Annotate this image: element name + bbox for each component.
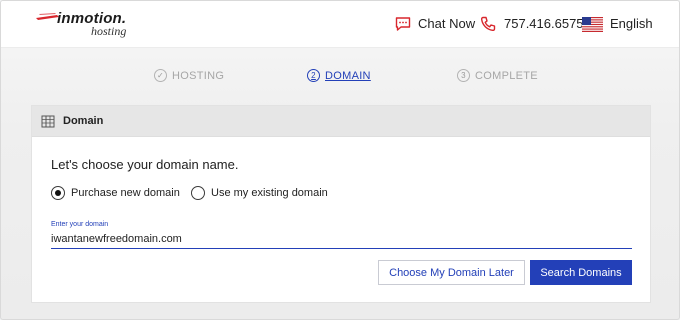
step-domain[interactable]: 2 DOMAIN: [307, 69, 371, 82]
page-frame: inmotion. hosting Chat Now 757.416.6575 …: [0, 0, 680, 320]
step-label: HOSTING: [172, 69, 225, 82]
check-icon: ✓: [154, 69, 167, 82]
phone-number-link[interactable]: 757.416.6575: [504, 16, 584, 31]
top-header: inmotion. hosting Chat Now 757.416.6575 …: [1, 1, 679, 48]
domain-input[interactable]: [51, 231, 632, 247]
phone-icon[interactable]: [480, 16, 496, 32]
domain-field: Enter your domain: [51, 221, 632, 249]
us-flag-icon[interactable]: [582, 17, 603, 32]
radio-unselected-icon[interactable]: [191, 186, 205, 200]
checkout-steps: ✓ HOSTING 2 DOMAIN 3 COMPLETE: [1, 69, 679, 87]
option-label: Purchase new domain: [71, 187, 180, 199]
step-complete: 3 COMPLETE: [457, 69, 538, 82]
language-selector[interactable]: English: [610, 16, 653, 31]
logo-subtitle: hosting: [91, 24, 127, 38]
inmotion-hosting-logo[interactable]: inmotion. hosting: [35, 10, 145, 40]
domain-question: Let's choose your domain name.: [51, 157, 239, 172]
purchase-new-domain-option[interactable]: Purchase new domain: [51, 186, 180, 200]
use-existing-domain-option[interactable]: Use my existing domain: [191, 186, 328, 200]
step-label: DOMAIN: [325, 69, 371, 82]
chat-icon[interactable]: [395, 16, 411, 32]
step-number-icon: 2: [307, 69, 320, 82]
panel-header: Domain: [32, 106, 650, 137]
domain-field-label: Enter your domain: [51, 221, 109, 228]
building-icon: [41, 115, 55, 128]
option-label: Use my existing domain: [211, 187, 328, 199]
domain-panel: Domain Let's choose your domain name. Pu…: [31, 105, 651, 303]
search-domains-button[interactable]: Search Domains: [530, 260, 632, 285]
step-label: COMPLETE: [475, 69, 538, 82]
step-number-icon: 3: [457, 69, 470, 82]
chat-now-link[interactable]: Chat Now: [418, 16, 475, 31]
step-hosting[interactable]: ✓ HOSTING: [154, 69, 224, 82]
radio-selected-icon[interactable]: [51, 186, 65, 200]
choose-domain-later-button[interactable]: Choose My Domain Later: [378, 260, 525, 285]
panel-title: Domain: [63, 115, 104, 127]
